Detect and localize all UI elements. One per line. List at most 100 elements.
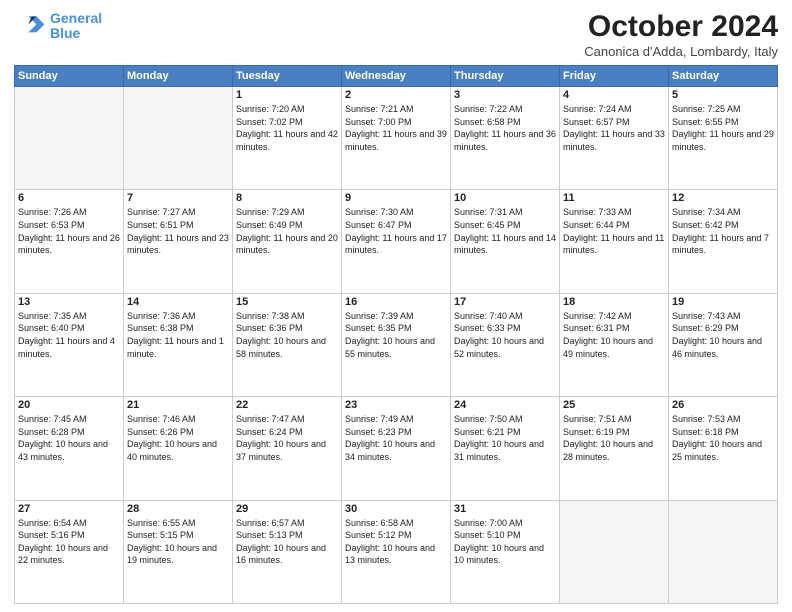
calendar-cell: 6Sunrise: 7:26 AM Sunset: 6:53 PM Daylig…	[15, 190, 124, 293]
calendar-cell: 19 Sunrise: 7:43 AM Sunset: 6:29 PM Dayli…	[669, 293, 778, 396]
day-info: Sunrise: 6:57 AM Sunset: 5:13 PM Dayligh…	[236, 517, 338, 567]
calendar-table: Sunday Monday Tuesday Wednesday Thursday…	[14, 65, 778, 604]
col-thursday: Thursday	[451, 66, 560, 87]
calendar-cell	[560, 500, 669, 603]
day-number: 15	[236, 296, 338, 308]
calendar-cell: 15 Sunrise: 7:38 AM Sunset: 6:36 PM Dayli…	[233, 293, 342, 396]
month-title: October 2024	[584, 10, 778, 44]
day-info: Sunrise: 7:27 AM Sunset: 6:51 PM Dayligh…	[127, 206, 229, 256]
calendar-cell: 11Sunrise: 7:33 AM Sunset: 6:44 PM Dayli…	[560, 190, 669, 293]
day-info: Sunrise: 7:43 AM Sunset: 6:29 PM Dayligh…	[672, 310, 774, 360]
calendar-cell: 28 Sunrise: 6:55 AM Sunset: 5:15 PM Dayli…	[124, 500, 233, 603]
day-info: Sunrise: 7:50 AM Sunset: 6:21 PM Dayligh…	[454, 413, 556, 463]
day-info: Sunrise: 7:31 AM Sunset: 6:45 PM Dayligh…	[454, 206, 556, 256]
calendar-cell: 5 Sunrise: 7:25 AM Sunset: 6:55 PM Daylig…	[669, 87, 778, 190]
day-number: 7	[127, 192, 229, 204]
day-number: 23	[345, 399, 447, 411]
day-info: Sunrise: 6:55 AM Sunset: 5:15 PM Dayligh…	[127, 517, 229, 567]
day-number: 20	[18, 399, 120, 411]
day-number: 17	[454, 296, 556, 308]
day-info: Sunrise: 7:26 AM Sunset: 6:53 PM Dayligh…	[18, 206, 120, 256]
day-number: 2	[345, 89, 447, 101]
calendar-header-row: Sunday Monday Tuesday Wednesday Thursday…	[15, 66, 778, 87]
calendar-cell: 18 Sunrise: 7:42 AM Sunset: 6:31 PM Dayli…	[560, 293, 669, 396]
day-info: Sunrise: 7:30 AM Sunset: 6:47 PM Dayligh…	[345, 206, 447, 256]
calendar-cell: 25 Sunrise: 7:51 AM Sunset: 6:19 PM Dayli…	[560, 397, 669, 500]
day-info: Sunrise: 7:35 AM Sunset: 6:40 PM Dayligh…	[18, 310, 120, 360]
calendar-cell: 3 Sunrise: 7:22 AM Sunset: 6:58 PM Daylig…	[451, 87, 560, 190]
calendar-cell: 16Sunrise: 7:39 AM Sunset: 6:35 PM Dayli…	[342, 293, 451, 396]
day-info: Sunrise: 7:47 AM Sunset: 6:24 PM Dayligh…	[236, 413, 338, 463]
calendar-cell: 30 Sunrise: 6:58 AM Sunset: 5:12 PM Dayli…	[342, 500, 451, 603]
calendar-cell: 31Sunrise: 7:00 AM Sunset: 5:10 PM Dayli…	[451, 500, 560, 603]
day-number: 19	[672, 296, 774, 308]
col-friday: Friday	[560, 66, 669, 87]
col-tuesday: Tuesday	[233, 66, 342, 87]
calendar-week-4: 20 Sunrise: 7:45 AM Sunset: 6:28 PM Dayli…	[15, 397, 778, 500]
day-number: 25	[563, 399, 665, 411]
day-info: Sunrise: 6:54 AM Sunset: 5:16 PM Dayligh…	[18, 517, 120, 567]
day-info: Sunrise: 7:24 AM Sunset: 6:57 PM Dayligh…	[563, 103, 665, 153]
day-number: 22	[236, 399, 338, 411]
day-info: Sunrise: 7:45 AM Sunset: 6:28 PM Dayligh…	[18, 413, 120, 463]
title-block: October 2024 Canonica d'Adda, Lombardy, …	[584, 10, 778, 59]
calendar-cell: 24 Sunrise: 7:50 AM Sunset: 6:21 PM Dayli…	[451, 397, 560, 500]
calendar-week-5: 27 Sunrise: 6:54 AM Sunset: 5:16 PM Dayli…	[15, 500, 778, 603]
day-number: 29	[236, 503, 338, 515]
day-number: 10	[454, 192, 556, 204]
calendar-cell: 8Sunrise: 7:29 AM Sunset: 6:49 PM Daylig…	[233, 190, 342, 293]
day-number: 28	[127, 503, 229, 515]
day-number: 5	[672, 89, 774, 101]
calendar-cell	[669, 500, 778, 603]
logo-icon	[14, 10, 46, 42]
day-number: 13	[18, 296, 120, 308]
calendar-cell: 26Sunrise: 7:53 AM Sunset: 6:18 PM Dayli…	[669, 397, 778, 500]
col-wednesday: Wednesday	[342, 66, 451, 87]
col-sunday: Sunday	[15, 66, 124, 87]
col-saturday: Saturday	[669, 66, 778, 87]
day-number: 27	[18, 503, 120, 515]
calendar-cell: 1Sunrise: 7:20 AM Sunset: 7:02 PM Daylig…	[233, 87, 342, 190]
day-info: Sunrise: 7:49 AM Sunset: 6:23 PM Dayligh…	[345, 413, 447, 463]
day-number: 30	[345, 503, 447, 515]
day-number: 8	[236, 192, 338, 204]
calendar-cell: 17 Sunrise: 7:40 AM Sunset: 6:33 PM Dayli…	[451, 293, 560, 396]
calendar-cell: 23 Sunrise: 7:49 AM Sunset: 6:23 PM Dayli…	[342, 397, 451, 500]
day-number: 16	[345, 296, 447, 308]
calendar-cell: 12Sunrise: 7:34 AM Sunset: 6:42 PM Dayli…	[669, 190, 778, 293]
day-info: Sunrise: 7:20 AM Sunset: 7:02 PM Dayligh…	[236, 103, 338, 153]
logo-line1: General	[50, 10, 102, 26]
day-number: 24	[454, 399, 556, 411]
day-number: 26	[672, 399, 774, 411]
day-number: 3	[454, 89, 556, 101]
calendar-cell: 4Sunrise: 7:24 AM Sunset: 6:57 PM Daylig…	[560, 87, 669, 190]
day-info: Sunrise: 7:25 AM Sunset: 6:55 PM Dayligh…	[672, 103, 774, 153]
day-number: 18	[563, 296, 665, 308]
calendar-cell: 14 Sunrise: 7:36 AM Sunset: 6:38 PM Dayli…	[124, 293, 233, 396]
day-info: Sunrise: 7:21 AM Sunset: 7:00 PM Dayligh…	[345, 103, 447, 153]
day-info: Sunrise: 7:38 AM Sunset: 6:36 PM Dayligh…	[236, 310, 338, 360]
day-info: Sunrise: 7:51 AM Sunset: 6:19 PM Dayligh…	[563, 413, 665, 463]
day-info: Sunrise: 7:40 AM Sunset: 6:33 PM Dayligh…	[454, 310, 556, 360]
calendar-cell	[15, 87, 124, 190]
day-info: Sunrise: 7:46 AM Sunset: 6:26 PM Dayligh…	[127, 413, 229, 463]
calendar-cell: 7 Sunrise: 7:27 AM Sunset: 6:51 PM Daylig…	[124, 190, 233, 293]
calendar-cell: 27 Sunrise: 6:54 AM Sunset: 5:16 PM Dayli…	[15, 500, 124, 603]
day-number: 14	[127, 296, 229, 308]
day-info: Sunrise: 7:22 AM Sunset: 6:58 PM Dayligh…	[454, 103, 556, 153]
day-info: Sunrise: 7:34 AM Sunset: 6:42 PM Dayligh…	[672, 206, 774, 256]
header: General Blue October 2024 Canonica d'Add…	[14, 10, 778, 59]
day-info: Sunrise: 7:42 AM Sunset: 6:31 PM Dayligh…	[563, 310, 665, 360]
calendar-week-1: 1Sunrise: 7:20 AM Sunset: 7:02 PM Daylig…	[15, 87, 778, 190]
calendar-week-3: 13 Sunrise: 7:35 AM Sunset: 6:40 PM Dayli…	[15, 293, 778, 396]
logo-line2: Blue	[50, 25, 80, 41]
calendar-week-2: 6Sunrise: 7:26 AM Sunset: 6:53 PM Daylig…	[15, 190, 778, 293]
day-info: Sunrise: 7:36 AM Sunset: 6:38 PM Dayligh…	[127, 310, 229, 360]
location: Canonica d'Adda, Lombardy, Italy	[584, 44, 778, 59]
calendar-cell: 10 Sunrise: 7:31 AM Sunset: 6:45 PM Dayli…	[451, 190, 560, 293]
calendar-cell	[124, 87, 233, 190]
calendar-cell: 20 Sunrise: 7:45 AM Sunset: 6:28 PM Dayli…	[15, 397, 124, 500]
logo: General Blue	[14, 10, 102, 42]
day-number: 11	[563, 192, 665, 204]
day-info: Sunrise: 6:58 AM Sunset: 5:12 PM Dayligh…	[345, 517, 447, 567]
